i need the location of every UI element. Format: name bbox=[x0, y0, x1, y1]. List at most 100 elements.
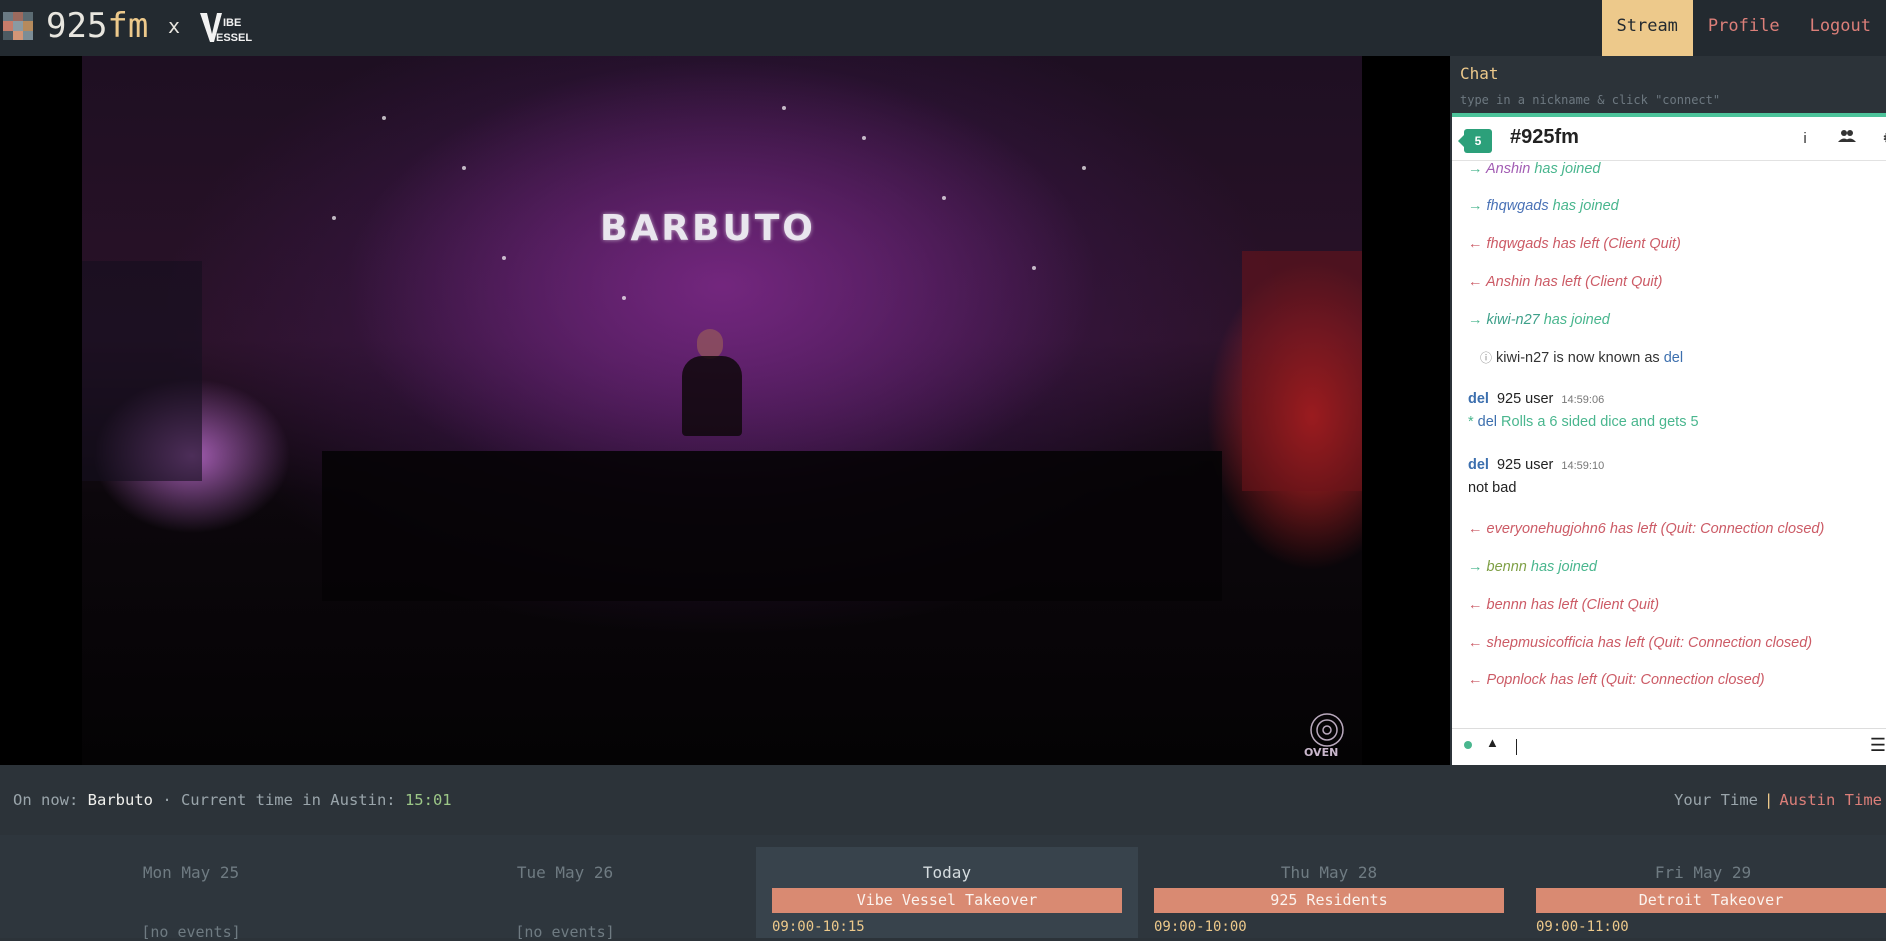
join-arrow-icon: → bbox=[1468, 198, 1483, 214]
event-text: has joined bbox=[1549, 198, 1619, 214]
event-block[interactable]: 925 Residents bbox=[1154, 888, 1504, 913]
event-time: 09:00-10:00 bbox=[1154, 919, 1247, 935]
leave-arrow-icon: ← bbox=[1468, 672, 1483, 688]
event-row: → kiwi-n27 has joined bbox=[1468, 312, 1610, 328]
tz-your-time[interactable]: Your Time bbox=[1674, 791, 1758, 809]
message-timestamp: 14:59:10 bbox=[1561, 460, 1604, 472]
event-nick[interactable]: fhqwgads bbox=[1487, 236, 1549, 252]
expand-icon[interactable]: ▲ bbox=[1486, 735, 1499, 750]
day-column: Thu May 28 925 Residents 09:00-10:00 bbox=[1138, 847, 1520, 938]
event-block[interactable]: Detroit Takeover bbox=[1536, 888, 1886, 913]
event-nick[interactable]: bennn bbox=[1487, 559, 1527, 575]
users-icon[interactable] bbox=[1834, 127, 1860, 151]
event-text: has left (Client Quit) bbox=[1549, 236, 1681, 252]
chat-title: Chat bbox=[1460, 64, 1499, 83]
event-time: 09:00-11:00 bbox=[1536, 919, 1629, 935]
event-nick[interactable]: Anshin bbox=[1486, 274, 1530, 290]
logo-mosaic-icon[interactable] bbox=[3, 12, 33, 40]
now-middle: · Current time in Austin: bbox=[153, 791, 405, 809]
now-prefix: On now: bbox=[13, 791, 88, 809]
now-playing-bar: On now: Barbuto · Current time in Austin… bbox=[0, 765, 1886, 835]
stage-speaker-left bbox=[82, 261, 202, 481]
tz-separator: | bbox=[1764, 791, 1773, 809]
event-text: has joined bbox=[1527, 559, 1597, 575]
leave-arrow-icon: ← bbox=[1468, 236, 1483, 252]
menu-icon[interactable]: ☰ bbox=[1870, 735, 1886, 756]
event-text: has left (Client Quit) bbox=[1530, 274, 1662, 290]
action-nick[interactable]: del bbox=[1478, 414, 1497, 430]
day-label: Fri May 29 bbox=[1520, 863, 1886, 882]
collab-sign: x bbox=[168, 14, 180, 38]
unread-badge[interactable]: 5 bbox=[1464, 129, 1492, 153]
dj-booth bbox=[322, 451, 1222, 601]
dj-figure bbox=[682, 356, 742, 436]
event-nick[interactable]: kiwi-n27 bbox=[1487, 312, 1540, 328]
svg-text:ESSEL: ESSEL bbox=[216, 32, 252, 44]
top-bar: 925fm x IBE ESSEL Stream Profile Logout bbox=[0, 0, 1886, 56]
video-frame[interactable]: BARBUTO OVEN bbox=[82, 56, 1362, 765]
info-circle-icon: ⓘ bbox=[1480, 351, 1492, 365]
chat-hint: type in a nickname & click "connect" bbox=[1460, 93, 1720, 107]
event-text: has joined bbox=[1540, 312, 1610, 328]
nav-logout[interactable]: Logout bbox=[1795, 0, 1886, 56]
event-block[interactable]: Vibe Vessel Takeover bbox=[772, 888, 1122, 913]
leave-arrow-icon: ← bbox=[1468, 521, 1483, 537]
no-events-text: [no events] bbox=[374, 923, 756, 941]
oven-watermark: OVEN bbox=[1304, 746, 1338, 759]
message-input[interactable] bbox=[1516, 739, 1517, 755]
event-row: → Anshin has joined bbox=[1468, 161, 1600, 177]
message-list[interactable]: → Anshin has joined → fhqwgads has joine… bbox=[1452, 161, 1886, 726]
join-arrow-icon: → bbox=[1468, 312, 1483, 328]
event-nick[interactable]: bennn bbox=[1487, 597, 1527, 613]
message-nick[interactable]: del bbox=[1468, 457, 1489, 473]
user-tag: 925 user bbox=[1497, 391, 1553, 407]
main-nav: Stream Profile Logout bbox=[1602, 0, 1886, 56]
gear-icon[interactable]: ⚙ bbox=[1876, 127, 1886, 151]
nav-stream[interactable]: Stream bbox=[1602, 0, 1693, 56]
message-body: * del Rolls a 6 sided dice and gets 5 bbox=[1468, 414, 1699, 430]
day-column-today: Today Vibe Vessel Takeover 09:00-10:15 bbox=[756, 847, 1138, 938]
user-tag: 925 user bbox=[1497, 457, 1553, 473]
day-column: Fri May 29 Detroit Takeover 09:00-11:00 bbox=[1520, 847, 1886, 938]
event-nick[interactable]: fhqwgads bbox=[1487, 198, 1549, 214]
chat-input-bar: ▲ ☰ bbox=[1452, 728, 1886, 766]
event-row: ← fhqwgads has left (Client Quit) bbox=[1468, 236, 1681, 252]
leave-arrow-icon: ← bbox=[1468, 597, 1483, 613]
message-header: del 925 user 14:59:10 bbox=[1468, 457, 1604, 473]
event-row: ← bennn has left (Client Quit) bbox=[1468, 597, 1659, 613]
event-nick[interactable]: everyonehugjohn6 bbox=[1487, 521, 1606, 537]
event-row: ← Popnlock has left (Quit: Connection cl… bbox=[1468, 672, 1765, 688]
day-label: Tue May 26 bbox=[374, 863, 756, 882]
now-show: Barbuto bbox=[88, 791, 153, 809]
notice-new-nick[interactable]: del bbox=[1664, 350, 1683, 366]
info-icon[interactable]: i bbox=[1792, 127, 1818, 151]
brand-logo[interactable]: 925fm bbox=[46, 6, 148, 46]
chat-panel: Chat type in a nickname & click "connect… bbox=[1450, 56, 1886, 765]
now-playing-text: On now: Barbuto · Current time in Austin… bbox=[13, 791, 452, 809]
event-text: has left (Client Quit) bbox=[1527, 597, 1659, 613]
event-nick[interactable]: Popnlock bbox=[1487, 672, 1547, 688]
action-prefix: * bbox=[1468, 414, 1478, 430]
leave-arrow-icon: ← bbox=[1468, 635, 1483, 651]
nick-change-notice: ⓘ kiwi-n27 is now known as del bbox=[1480, 349, 1683, 366]
join-arrow-icon: → bbox=[1468, 161, 1483, 177]
message-header: del 925 user 14:59:06 bbox=[1468, 391, 1604, 407]
event-text: has left (Quit: Connection closed) bbox=[1606, 521, 1824, 537]
message-timestamp: 14:59:06 bbox=[1561, 394, 1604, 406]
event-nick[interactable]: shepmusicofficia bbox=[1487, 635, 1594, 651]
video-player[interactable]: BARBUTO OVEN bbox=[0, 56, 1450, 765]
svg-text:IBE: IBE bbox=[223, 17, 241, 29]
event-row: ← shepmusicofficia has left (Quit: Conne… bbox=[1468, 635, 1812, 651]
schedule-strip: Mon May 25 [no events] Tue May 26 [no ev… bbox=[0, 835, 1886, 938]
day-column: Tue May 26 [no events] bbox=[374, 847, 756, 938]
event-text: has left (Quit: Connection closed) bbox=[1546, 672, 1764, 688]
nav-profile[interactable]: Profile bbox=[1693, 0, 1795, 56]
message-body: not bad bbox=[1468, 480, 1516, 496]
event-nick[interactable]: Anshin bbox=[1486, 161, 1530, 177]
stage-speaker-right bbox=[1242, 251, 1362, 491]
channel-bar: 5 #925fm i ⚙ bbox=[1452, 118, 1886, 161]
event-time: 09:00-10:15 bbox=[772, 919, 865, 935]
message-nick[interactable]: del bbox=[1468, 391, 1489, 407]
tz-austin-time[interactable]: Austin Time bbox=[1779, 791, 1882, 809]
dj-figure-head bbox=[697, 329, 723, 359]
